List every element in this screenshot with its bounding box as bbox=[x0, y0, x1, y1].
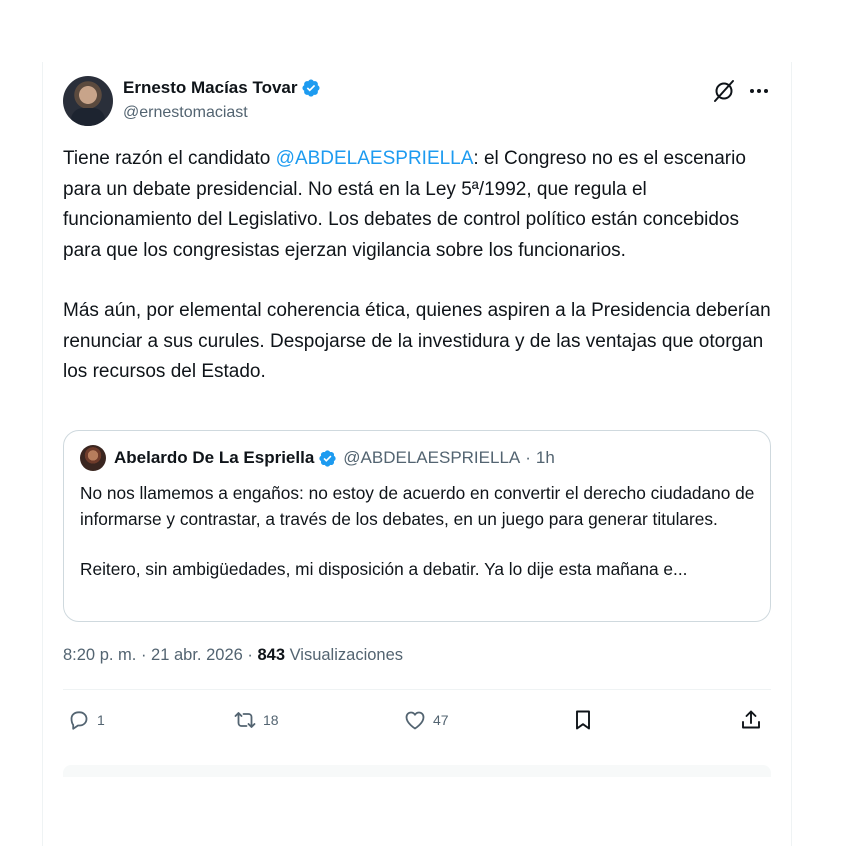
quoted-paragraph-1: No nos llamemos a engaños: no estoy de a… bbox=[80, 483, 755, 529]
reply-button[interactable]: 1 bbox=[67, 702, 105, 738]
tweet-paragraph-2: Más aún, por elemental coherencia ética,… bbox=[63, 300, 771, 382]
reply-composer-edge bbox=[63, 765, 771, 777]
tweet-header: Ernesto Macías Tovar @ernestomaciast bbox=[63, 76, 771, 132]
more-options-icon[interactable] bbox=[747, 80, 771, 102]
quoted-author-name[interactable]: Abelardo De La Espriella bbox=[114, 448, 314, 468]
author-handle[interactable]: @ernestomaciast bbox=[123, 104, 248, 122]
quoted-author-avatar[interactable] bbox=[80, 445, 106, 471]
views-count: 843 bbox=[257, 646, 285, 664]
retweet-icon bbox=[234, 712, 256, 728]
retweet-button[interactable]: 18 bbox=[233, 702, 279, 738]
tweet-body: Tiene razón el candidato @ABDELAESPRIELL… bbox=[63, 144, 771, 388]
views-label: Visualizaciones bbox=[285, 646, 404, 664]
quoted-tweet-time[interactable]: 1h bbox=[536, 448, 555, 468]
tweet-paragraph-1: Tiene razón el candidato @ABDELAESPRIELL… bbox=[63, 144, 771, 266]
quoted-author-handle[interactable]: @ABDELAESPRIELLA bbox=[343, 448, 520, 468]
reply-count: 1 bbox=[97, 712, 105, 728]
verified-badge-icon bbox=[302, 79, 321, 97]
author-display-name[interactable]: Ernesto Macías Tovar bbox=[123, 78, 297, 98]
tweet-time[interactable]: 8:20 p. m. bbox=[63, 646, 136, 664]
retweet-count: 18 bbox=[263, 712, 279, 728]
like-button[interactable]: 47 bbox=[403, 702, 449, 738]
author-avatar[interactable] bbox=[63, 76, 113, 126]
share-button[interactable] bbox=[739, 702, 763, 738]
verified-badge-icon bbox=[319, 449, 336, 467]
action-bar: 1 18 47 bbox=[63, 702, 771, 738]
quoted-tweet-body: No nos llamemos a engaños: no estoy de a… bbox=[80, 481, 756, 583]
bookmark-button[interactable] bbox=[571, 702, 595, 738]
reply-icon bbox=[70, 711, 88, 730]
mention-link[interactable]: @ABDELAESPRIELLA bbox=[276, 148, 474, 169]
meta-separator: · bbox=[242, 646, 258, 664]
author-name-row: Ernesto Macías Tovar bbox=[123, 78, 321, 98]
tweet-meta: 8:20 p. m. · 21 abr. 2026 · 843 Visualiz… bbox=[63, 646, 403, 665]
separator-dot: · bbox=[525, 448, 531, 467]
meta-separator: · bbox=[136, 646, 152, 664]
bookmark-icon bbox=[576, 710, 590, 730]
divider bbox=[63, 689, 771, 690]
tweet-text-prefix: Tiene razón el candidato bbox=[63, 148, 276, 169]
quoted-paragraph-2: Reitero, sin ambigüedades, mi disposició… bbox=[80, 559, 688, 579]
heart-icon bbox=[405, 711, 425, 730]
share-icon bbox=[742, 710, 760, 729]
quoted-tweet-header: Abelardo De La Espriella @ABDELAESPRIELL… bbox=[80, 445, 555, 471]
grok-icon[interactable] bbox=[711, 78, 737, 104]
like-count: 47 bbox=[433, 712, 449, 728]
tweet-card: Ernesto Macías Tovar @ernestomaciast Tie… bbox=[42, 62, 792, 846]
tweet-date[interactable]: 21 abr. 2026 bbox=[151, 646, 243, 664]
quoted-tweet[interactable]: Abelardo De La Espriella @ABDELAESPRIELL… bbox=[63, 430, 771, 622]
